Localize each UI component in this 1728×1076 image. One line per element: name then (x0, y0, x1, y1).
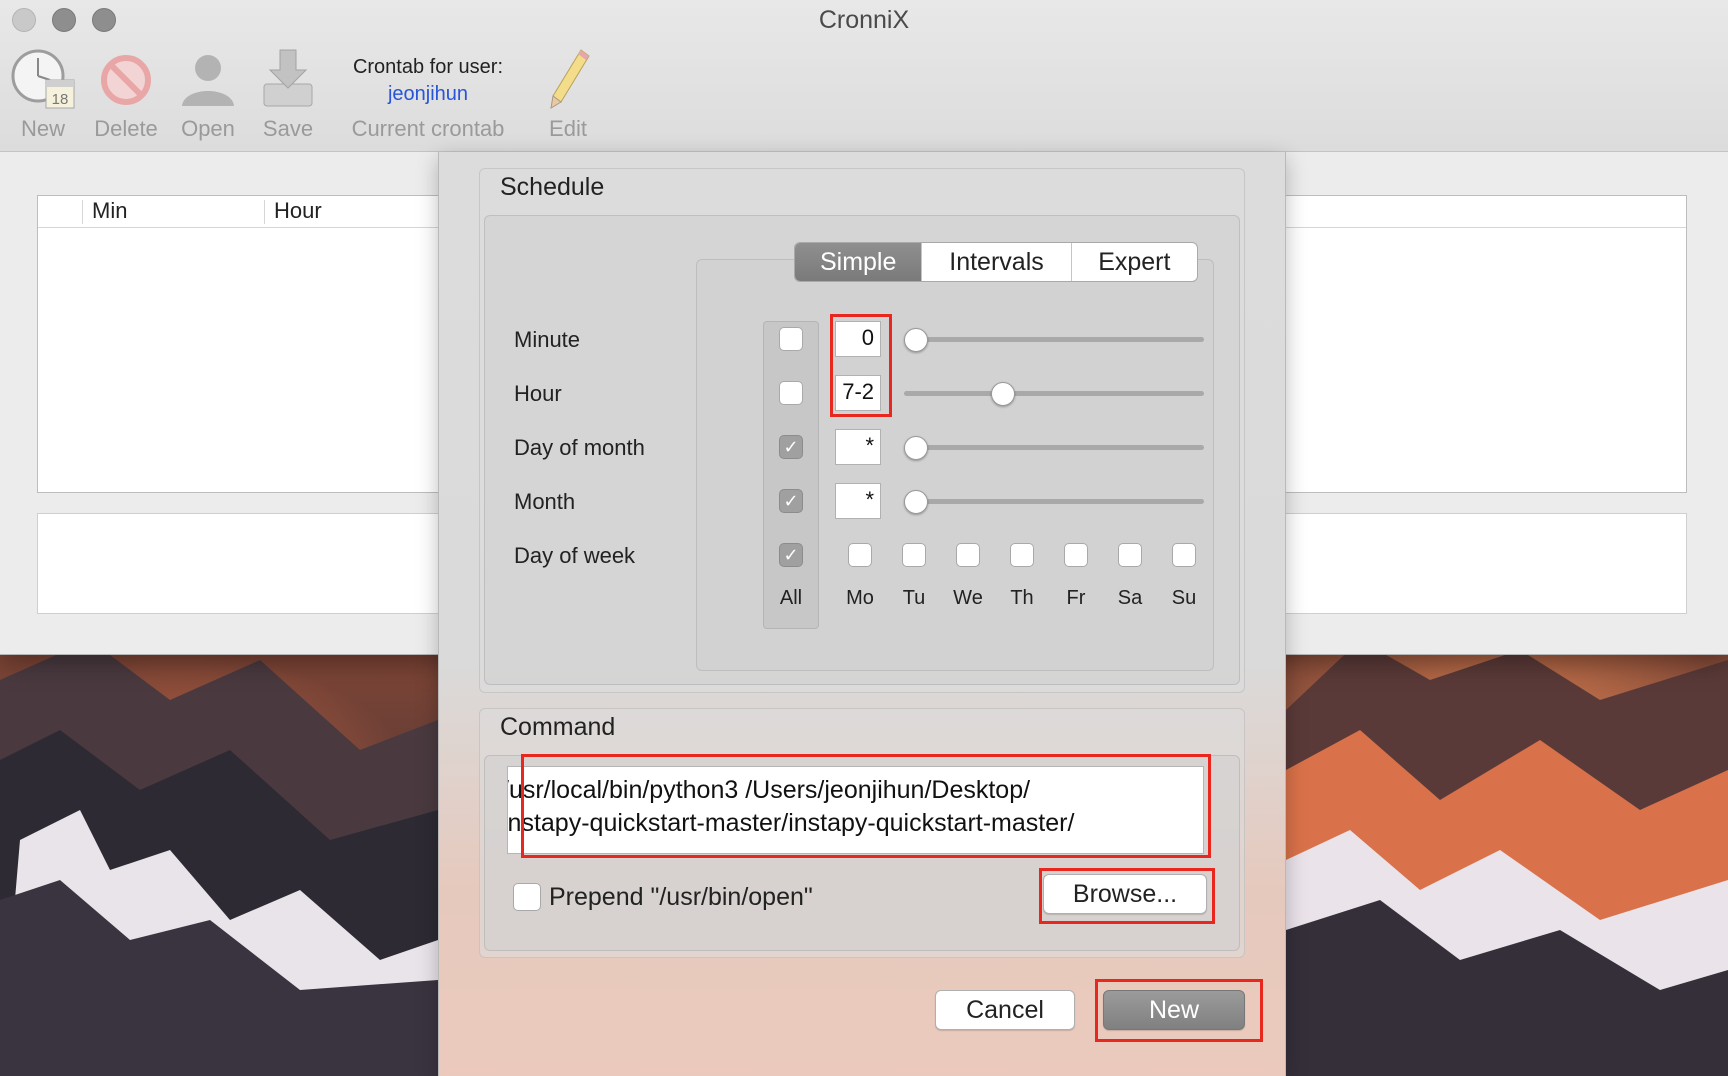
month-slider-knob[interactable] (904, 490, 928, 514)
new-button-highlight (1095, 979, 1263, 1042)
titlebar: CronniX 18 New Delete Open Save Crontab … (0, 0, 1728, 152)
weekday-label-tu: Tu (902, 587, 926, 609)
month-field[interactable]: * (835, 483, 881, 519)
day-of-month-field[interactable]: * (835, 429, 881, 465)
tab-expert[interactable]: Expert (1072, 243, 1197, 281)
month-label: Month (514, 489, 576, 514)
minute-all-checkbox[interactable] (779, 327, 803, 351)
weekday-checkbox-mo[interactable] (848, 543, 872, 567)
weekday-checkbox-sa[interactable] (1118, 543, 1142, 567)
weekday-checkbox-th[interactable] (1010, 543, 1034, 567)
hour-slider-track[interactable] (904, 391, 1204, 396)
weekday-label-we: We (953, 587, 983, 609)
day-of-week-label: Day of week (514, 543, 636, 568)
new-toolbar-button[interactable]: 18 New (10, 48, 76, 142)
edit-toolbar-label: Edit (549, 116, 587, 141)
prepend-open-label: Prepend "/usr/bin/open" (549, 883, 813, 911)
current-crontab-label: Current crontab (351, 116, 505, 141)
schedule-group: Schedule Simple Intervals Expert Minute … (479, 168, 1245, 693)
weekday-checkbox-fr[interactable] (1064, 543, 1088, 567)
day-of-month-slider-knob[interactable] (904, 436, 928, 460)
column-separator (264, 200, 265, 224)
month-all-checkbox[interactable]: ✓ (779, 489, 803, 513)
all-checkbox-column (763, 321, 819, 629)
prepend-open-checkbox[interactable] (513, 883, 541, 911)
weekday-checkbox-su[interactable] (1172, 543, 1196, 567)
schedule-title: Schedule (500, 173, 605, 201)
toolbar: 18 New Delete Open Save Crontab for user… (0, 48, 620, 148)
command-highlight (521, 754, 1211, 858)
weekday-label-sa: Sa (1117, 587, 1143, 609)
new-task-sheet: Schedule Simple Intervals Expert Minute … (438, 152, 1286, 1076)
weekday-label-fr: Fr (1066, 587, 1086, 609)
window-title: CronniX (818, 6, 910, 34)
hour-slider-knob[interactable] (991, 382, 1015, 406)
weekday-checkbox-we[interactable] (956, 543, 980, 567)
browse-highlight (1039, 868, 1215, 924)
weekday-label-th: Th (1010, 587, 1034, 609)
prohibited-icon (101, 55, 151, 105)
tab-intervals[interactable]: Intervals (922, 243, 1072, 281)
hour-label: Hour (514, 381, 562, 406)
all-column-label: All (779, 587, 803, 609)
column-header-hour[interactable]: Hour (274, 198, 322, 224)
weekday-checkbox-tu[interactable] (902, 543, 926, 567)
schedule-mode-tabs: Simple Intervals Expert (794, 242, 1198, 282)
new-toolbar-label: New (20, 116, 65, 141)
crontab-for-label: Crontab for user: (352, 56, 504, 78)
crontab-user-name[interactable]: jeonjihun (342, 83, 514, 106)
pencil-icon (550, 49, 590, 109)
column-separator (82, 200, 83, 224)
open-toolbar-label: Open (181, 116, 235, 141)
delete-toolbar-button[interactable]: Delete (90, 48, 162, 142)
svg-text:18: 18 (52, 91, 69, 108)
crontab-user-section: Crontab for user: jeonjihun Current cron… (342, 56, 514, 142)
open-toolbar-button[interactable]: Open (176, 48, 240, 142)
day-of-week-all-checkbox[interactable]: ✓ (779, 543, 803, 567)
clock-calendar-icon: 18 (11, 49, 75, 109)
save-toolbar-label: Save (262, 116, 314, 141)
weekday-label-su: Su (1171, 587, 1197, 609)
cancel-button[interactable]: Cancel (935, 990, 1075, 1030)
weekday-label-mo: Mo (846, 587, 874, 609)
delete-toolbar-label: Delete (94, 116, 158, 141)
download-drive-icon (263, 49, 313, 107)
minute-slider-track[interactable] (904, 337, 1204, 342)
minute-label: Minute (514, 327, 581, 352)
user-silhouette-icon (182, 55, 234, 106)
edit-toolbar-button[interactable]: Edit (538, 48, 598, 142)
tab-simple[interactable]: Simple (795, 243, 923, 281)
day-of-month-slider-track[interactable] (904, 445, 1204, 450)
minute-slider-knob[interactable] (904, 328, 928, 352)
month-slider-track[interactable] (904, 499, 1204, 504)
save-toolbar-button[interactable]: Save (258, 48, 318, 142)
day-of-month-label: Day of month (514, 435, 645, 460)
day-of-month-all-checkbox[interactable]: ✓ (779, 435, 803, 459)
command-title: Command (500, 713, 616, 741)
hour-all-checkbox[interactable] (779, 381, 803, 405)
column-header-min[interactable]: Min (92, 198, 127, 224)
minute-hour-highlight (830, 314, 892, 417)
